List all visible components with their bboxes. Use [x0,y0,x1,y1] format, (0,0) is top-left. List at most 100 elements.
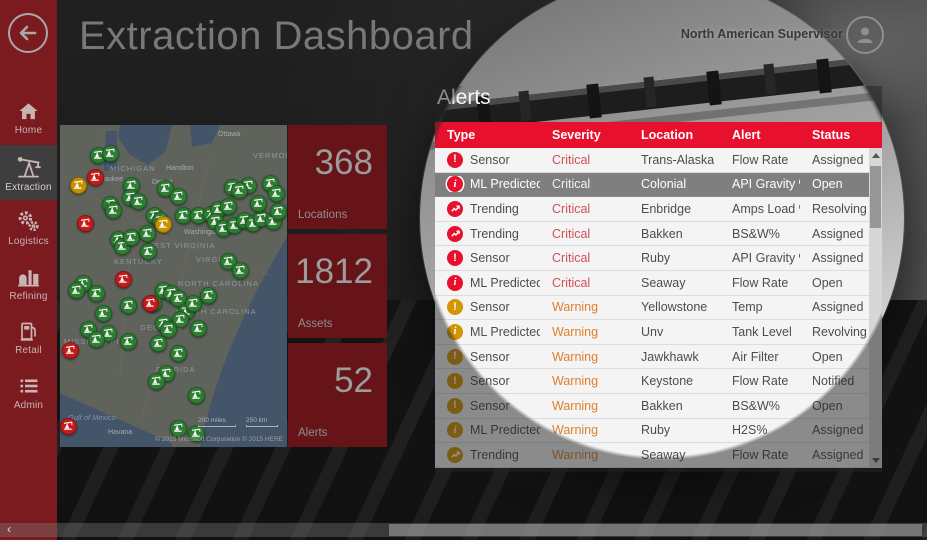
map-attribution: © 2015 Microsoft Corporation © 2015 HERE [155,436,283,443]
alerts-vertical-scrollbar[interactable] [869,148,882,468]
map-marker-green[interactable] [170,420,187,437]
map-marker-green[interactable] [120,297,137,314]
map-marker-green[interactable] [88,331,105,348]
map-marker-green[interactable] [130,193,147,210]
map-marker-green[interactable] [268,185,285,202]
pumpjack-marker-icon [118,271,129,289]
map-marker-green[interactable] [140,243,157,260]
alert-location: Trans-Alaska [629,153,720,167]
back-button[interactable] [8,13,48,53]
map-marker-green[interactable] [190,320,207,337]
alerts-table-header: TypeSeverityLocationAlertStatus [435,122,882,148]
sidebar-item-retail[interactable]: Retail [0,310,57,365]
alert-row[interactable]: iML PredictedWarningRubyH2S%Assigned [435,419,882,444]
horizontal-scrollbar[interactable]: ‹ [0,523,927,537]
kpi-tile-locations[interactable]: 368Locations [288,125,387,229]
alert-row[interactable]: !SensorWarningKeystoneFlow RateNotified [435,369,882,394]
pumpjack-marker-icon [273,203,284,221]
alert-row[interactable]: iML PredictedCriticalSeawayFlow RateOpen [435,271,882,296]
map-marker-green[interactable] [123,229,140,246]
alert-row[interactable]: iML PredictedCriticalColonialAPI Gravity… [435,173,882,198]
alert-row[interactable]: !SensorWarningBakkenBS&W%Open [435,394,882,419]
alert-type-cell: !Sensor [435,398,540,414]
map-marker-red[interactable] [62,342,79,359]
alert-row[interactable]: !SensorCriticalRubyAPI Gravity %Assigned [435,246,882,271]
map-marker-green[interactable] [105,202,122,219]
alert-metric: H2S% [720,423,800,437]
pumpjack-marker-icon [253,195,264,213]
kpi-tile-alerts[interactable]: 52Alerts [288,343,387,447]
pumpjack-marker-icon [71,282,82,300]
kpi-tile-assets[interactable]: 1812Assets [288,234,387,338]
pumpjack-marker-icon [145,295,156,313]
pumpjack-marker-icon [158,216,169,234]
map-marker-red[interactable] [142,295,159,312]
pumpjack-marker-icon [151,373,162,391]
exclamation-glyph: ! [453,154,457,165]
map-marker-green[interactable] [232,262,249,279]
sidebar-item-logistics[interactable]: Logistics [0,200,57,255]
alert-row[interactable]: TrendingCriticalEnbridgeAmps Load %Resol… [435,197,882,222]
map-marker-green[interactable] [148,373,165,390]
map-marker-green[interactable] [270,203,287,220]
pumpjack-marker-icon [271,185,282,203]
map-marker-green[interactable] [139,225,156,242]
sidebar-item-admin[interactable]: Admin [0,365,57,420]
alert-row[interactable]: iML PredictedWarningUnvTank LevelRevolvi… [435,320,882,345]
map-marker-red[interactable] [115,271,132,288]
map-marker-green[interactable] [102,145,119,162]
exclamation-circle-icon: ! [447,373,463,389]
map-marker-green[interactable] [220,198,237,215]
sidebar-item-label: Admin [14,400,43,411]
alert-type-label: Trending [470,227,519,241]
alert-metric: Flow Rate [720,448,800,462]
exclamation-glyph: ! [453,253,457,264]
sidebar-item-extraction[interactable]: Extraction [0,145,57,200]
home-icon [17,100,40,123]
column-header-type: Type [435,128,540,142]
scrollbar-thumb[interactable] [870,166,881,228]
user-avatar[interactable] [846,16,884,54]
pumpjack-marker-icon [173,345,184,363]
map-marker-green[interactable] [231,182,248,199]
map-marker-red[interactable] [60,418,77,435]
locations-map[interactable]: OttawaVERMONTMICHIGANHamiltonMilwaukeeDe… [60,125,287,447]
scroll-left-button[interactable]: ‹ [2,523,16,537]
map-marker-green[interactable] [250,195,267,212]
map-marker-green[interactable] [95,305,112,322]
map-marker-green[interactable] [150,335,167,352]
info-circle-icon: i [447,324,463,340]
alert-row[interactable]: TrendingWarningSeawayFlow RateAssigned [435,443,882,468]
alert-type-cell: iML Predicted [435,275,540,291]
map-marker-green[interactable] [200,287,217,304]
alert-row[interactable]: !SensorWarningYellowstoneTempAssigned [435,296,882,321]
alert-type-label: Trending [470,448,519,462]
pumpjack-marker-icon [235,262,246,280]
alert-severity: Warning [540,399,629,413]
exclamation-glyph: ! [453,376,457,387]
alert-location: Ruby [629,423,720,437]
alert-type-label: ML Predicted [470,177,540,191]
alert-row[interactable]: TrendingCriticalBakkenBS&W%Assigned [435,222,882,247]
map-marker-green[interactable] [120,333,137,350]
scroll-down-button[interactable] [869,454,882,468]
alerts-title: Alerts [437,86,882,110]
map-marker-red[interactable] [87,169,104,186]
pumpjack-marker-icon [123,333,134,351]
sidebar-item-refining[interactable]: Refining [0,255,57,310]
alert-row[interactable]: !SensorWarningJawkhawkAir FilterOpen [435,345,882,370]
sidebar-item-home[interactable]: Home [0,90,57,145]
map-marker-green[interactable] [170,345,187,362]
map-marker-red[interactable] [77,215,94,232]
horizontal-scrollbar-thumb[interactable] [389,524,922,536]
map-marker-green[interactable] [170,188,187,205]
alert-location: Seaway [629,448,720,462]
map-marker-green[interactable] [88,285,105,302]
map-marker-amber[interactable] [70,177,87,194]
pumpjack-marker-icon [143,243,154,261]
map-marker-green[interactable] [68,282,85,299]
alert-row[interactable]: !SensorCriticalTrans-AlaskaFlow RateAssi… [435,148,882,173]
map-marker-amber[interactable] [155,216,172,233]
scroll-up-button[interactable] [869,148,882,162]
map-marker-green[interactable] [188,387,205,404]
